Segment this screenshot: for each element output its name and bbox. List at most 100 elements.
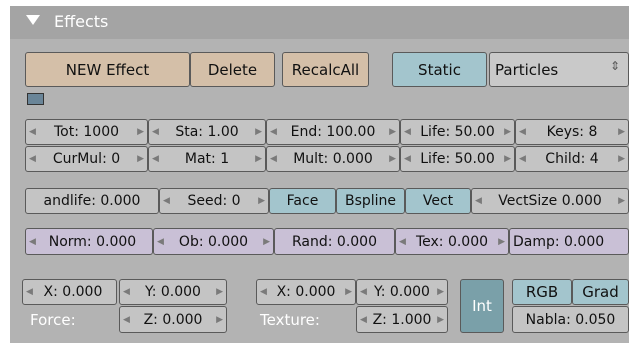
decrement-arrow-icon[interactable]: ◀ (157, 237, 164, 247)
increment-arrow-icon[interactable]: ▶ (437, 315, 444, 325)
decrement-arrow-icon[interactable]: ◀ (519, 127, 526, 137)
tot-value: Tot: 1000 (53, 124, 120, 140)
vectsize-value: VectSize 0.000 (498, 193, 602, 209)
rgb-toggle[interactable]: RGB (512, 279, 572, 305)
decrement-arrow-icon[interactable]: ◀ (29, 127, 36, 137)
decrement-arrow-icon[interactable]: ◀ (29, 154, 36, 164)
mult-field[interactable]: ◀ Mult: 0.000 ▶ (266, 146, 400, 172)
end-field[interactable]: ◀ End: 100.00 ▶ (266, 119, 400, 145)
increment-arrow-icon[interactable]: ▶ (137, 154, 144, 164)
new-effect-button[interactable]: NEW Effect (25, 52, 190, 87)
increment-arrow-icon[interactable]: ▶ (255, 154, 262, 164)
randlife-field[interactable]: andlife: 0.000 (25, 188, 159, 214)
decrement-arrow-icon[interactable]: ◀ (152, 154, 159, 164)
increment-arrow-icon[interactable]: ▶ (255, 127, 262, 137)
child-field[interactable]: ◀ Child: 4 ▶ (515, 146, 629, 172)
force-z-field[interactable]: ◀ Z: 0.000 ▶ (119, 306, 227, 333)
decrement-arrow-icon[interactable]: ◀ (26, 287, 33, 297)
decrement-arrow-icon[interactable]: ◀ (163, 196, 170, 206)
decrement-arrow-icon[interactable]: ◀ (260, 287, 267, 297)
ob-field[interactable]: ◀ Ob: 0.000 ▶ (153, 228, 274, 255)
increment-arrow-icon[interactable]: ▶ (618, 154, 625, 164)
randlife-value: andlife: 0.000 (43, 193, 141, 209)
texture-y-field[interactable]: ◀ Y: 0.000 ▶ (356, 279, 448, 305)
texture-x-field[interactable]: ◀ X: 0.000 ▶ (256, 279, 356, 305)
increment-arrow-icon[interactable]: ▶ (389, 127, 396, 137)
increment-arrow-icon[interactable]: ▶ (498, 237, 505, 247)
increment-arrow-icon[interactable]: ▶ (504, 154, 511, 164)
effects-panel-header[interactable]: Effects (10, 6, 629, 39)
force-x-value: X: 0.000 (43, 284, 103, 300)
decrement-arrow-icon[interactable]: ◀ (29, 237, 36, 247)
increment-arrow-icon[interactable]: ▶ (137, 127, 144, 137)
mat-value: Mat: 1 (184, 151, 230, 167)
child-life-field[interactable]: ◀ Life: 50.00 ▶ (400, 146, 515, 172)
texture-x-value: X: 0.000 (276, 284, 336, 300)
texture-z-field[interactable]: ◀ Z: 1.000 ▶ (356, 306, 448, 333)
face-toggle[interactable]: Face (269, 188, 336, 214)
norm-value: Norm: 0.000 (48, 233, 137, 250)
seed-field[interactable]: ◀ Seed: 0 ▶ (159, 188, 269, 214)
end-value: End: 100.00 (290, 124, 376, 140)
sta-value: Sta: 1.00 (175, 124, 239, 140)
mult-value: Mult: 0.000 (293, 151, 373, 167)
increment-arrow-icon[interactable]: ▶ (618, 127, 625, 137)
tex-field[interactable]: ◀ Tex: 0.000 ▶ (395, 228, 509, 255)
tot-field[interactable]: ◀ Tot: 1000 ▶ (25, 119, 148, 145)
int-toggle[interactable]: Int (460, 279, 504, 333)
keys-value: Keys: 8 (546, 124, 598, 140)
increment-arrow-icon[interactable]: ▶ (618, 196, 625, 206)
color-swatch[interactable] (27, 93, 44, 105)
bspline-toggle[interactable]: Bspline (336, 188, 405, 214)
seed-value: Seed: 0 (187, 193, 241, 209)
decrement-arrow-icon[interactable]: ◀ (399, 237, 406, 247)
increment-arrow-icon[interactable]: ▶ (216, 315, 223, 325)
effects-panel-window: Effects NEW Effect Delete RecalcAll Stat… (0, 0, 629, 343)
decrement-arrow-icon[interactable]: ◀ (404, 127, 411, 137)
curmul-field[interactable]: ◀ CurMul: 0 ▶ (25, 146, 148, 172)
decrement-arrow-icon[interactable]: ◀ (152, 127, 159, 137)
decrement-arrow-icon[interactable]: ◀ (475, 196, 482, 206)
keys-field[interactable]: ◀ Keys: 8 ▶ (515, 119, 629, 145)
life-field[interactable]: ◀ Life: 50.00 ▶ (400, 119, 515, 145)
vect-toggle[interactable]: Vect (405, 188, 471, 214)
decrement-arrow-icon[interactable]: ◀ (270, 127, 277, 137)
force-y-value: Y: 0.000 (145, 284, 201, 300)
increment-arrow-icon[interactable]: ▶ (258, 196, 265, 206)
decrement-arrow-icon[interactable]: ◀ (360, 315, 367, 325)
decrement-arrow-icon[interactable]: ◀ (123, 287, 130, 297)
increment-arrow-icon[interactable]: ▶ (216, 287, 223, 297)
increment-arrow-icon[interactable]: ▶ (437, 287, 444, 297)
grad-toggle[interactable]: Grad (572, 279, 629, 305)
force-label: Force: (30, 311, 76, 329)
decrement-arrow-icon[interactable]: ◀ (270, 154, 277, 164)
increment-arrow-icon[interactable]: ▶ (345, 287, 352, 297)
increment-arrow-icon[interactable]: ▶ (504, 127, 511, 137)
sta-field[interactable]: ◀ Sta: 1.00 ▶ (148, 119, 266, 145)
static-toggle[interactable]: Static (392, 52, 487, 87)
curmul-value: CurMul: 0 (52, 151, 121, 167)
norm-field[interactable]: ◀ Norm: 0.000 (25, 228, 153, 255)
mat-field[interactable]: ◀ Mat: 1 ▶ (148, 146, 266, 172)
damp-value: Damp: 0.000 (513, 233, 605, 250)
effect-type-select[interactable]: Particles ⇕ (489, 52, 629, 87)
recalc-all-button[interactable]: RecalcAll (282, 52, 369, 87)
force-y-field[interactable]: ◀ Y: 0.000 ▶ (119, 279, 227, 305)
decrement-arrow-icon[interactable]: ◀ (123, 315, 130, 325)
nabla-field[interactable]: Nabla: 0.050 (512, 306, 629, 333)
increment-arrow-icon[interactable]: ▶ (389, 154, 396, 164)
nabla-value: Nabla: 0.050 (525, 311, 616, 328)
texture-z-value: Z: 1.000 (372, 311, 432, 328)
increment-arrow-icon[interactable]: ▶ (263, 237, 270, 247)
panel-title: Effects (54, 12, 109, 31)
decrement-arrow-icon[interactable]: ◀ (404, 154, 411, 164)
rand-field[interactable]: Rand: 0.000 (274, 228, 395, 255)
delete-button[interactable]: Delete (190, 52, 275, 87)
collapse-triangle-icon[interactable] (26, 15, 40, 25)
texture-y-value: Y: 0.000 (374, 284, 430, 300)
force-x-field[interactable]: ◀ X: 0.000 (22, 279, 117, 305)
decrement-arrow-icon[interactable]: ◀ (519, 154, 526, 164)
damp-field[interactable]: Damp: 0.000 (509, 228, 629, 255)
decrement-arrow-icon[interactable]: ◀ (360, 287, 367, 297)
vectsize-field[interactable]: ◀ VectSize 0.000 ▶ (471, 188, 629, 214)
